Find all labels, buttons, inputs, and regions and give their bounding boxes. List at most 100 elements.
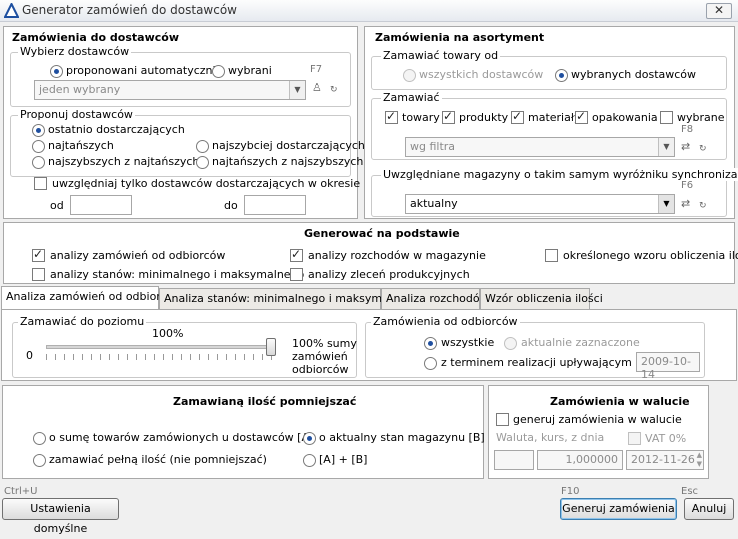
- radio-cheapest-of-fastest[interactable]: [196, 156, 209, 169]
- generate-basis-title: Generować na podstawie: [304, 227, 460, 240]
- formula-checkbox[interactable]: [545, 249, 558, 262]
- assortment-panel-title: Zamówienia na asortyment: [375, 31, 545, 44]
- cancel-button[interactable]: Anuluj: [684, 498, 734, 520]
- currency-date-input[interactable]: 2012-11-26 ▲ ▼: [626, 450, 704, 470]
- rate-input[interactable]: 1,000000: [537, 450, 623, 470]
- radio-selected-suppliers[interactable]: [212, 65, 225, 78]
- f6-hint: F6: [681, 180, 694, 191]
- defaults-button[interactable]: Ustawienia domyślne: [2, 498, 119, 535]
- only-in-period-label: uwzględniaj tylko dostawców dostarczając…: [52, 177, 361, 190]
- all-suppliers-label: wszystkich dostawców: [419, 68, 544, 81]
- stock-levels-label: analizy stanów: minimalnego i maksymalne…: [50, 268, 305, 281]
- refresh-icon: ↻: [330, 85, 338, 95]
- warehouse-select[interactable]: aktualny ▼: [405, 194, 675, 214]
- opt-last-label: ostatnio dostarczających: [48, 123, 185, 136]
- sum-label-3: odbiorców: [292, 363, 349, 376]
- formula-label: określonego wzoru obliczenia ilości: [563, 249, 738, 262]
- ctrl-u-hint: Ctrl+U: [4, 486, 38, 497]
- currency-rate-label: Waluta, kurs, z dnia: [496, 431, 605, 444]
- filter-value: wg filtra: [410, 140, 456, 153]
- close-button[interactable]: ✕: [706, 3, 732, 19]
- tab-stock-levels[interactable]: Analiza stanów: minimalnego i maksymalne…: [159, 288, 419, 309]
- f7-hint: F7: [310, 64, 323, 75]
- opt-cheapest-label: najtańszych: [48, 139, 114, 152]
- opt-fastest-cheap-label: najszybszych z najtańszych: [48, 155, 200, 168]
- radio-full-quantity[interactable]: [33, 454, 46, 467]
- generate-orders-button[interactable]: Generuj zamówienia: [560, 498, 677, 520]
- filter-field: wg filtra ▼: [405, 137, 675, 157]
- to-date-input[interactable]: [244, 195, 306, 215]
- orders-analysis-checkbox[interactable]: [32, 247, 45, 262]
- from-label: od: [50, 199, 64, 212]
- slider-track[interactable]: [46, 345, 276, 349]
- customer-orders-title: Zamówienia od odbiorców: [371, 315, 520, 328]
- esc-hint: Esc: [681, 486, 699, 497]
- app-icon: [4, 3, 19, 18]
- radio-reduce-ab[interactable]: [303, 454, 316, 467]
- outflows-checkbox[interactable]: [290, 247, 303, 262]
- assortment-panel: Zamówienia na asortyment Zamawiać towary…: [364, 26, 738, 219]
- refresh-icon: ↻: [699, 201, 707, 211]
- packaging-label: opakowania: [592, 111, 658, 124]
- radio-all-orders[interactable]: [424, 337, 437, 350]
- radio-reduce-b[interactable]: [303, 432, 316, 445]
- only-in-period-checkbox[interactable]: [34, 177, 47, 190]
- goods-label: towary: [402, 111, 440, 124]
- choose-suppliers-title: Wybierz dostawców: [18, 45, 132, 58]
- deadline-label: z terminem realizacji upływającym dnia: [441, 356, 660, 369]
- radio-auto-label: proponowani automatycznie: [66, 64, 223, 77]
- radio-cheapest[interactable]: [32, 140, 45, 153]
- order-from-title: Zamawiać towary od: [381, 49, 501, 62]
- currency-date-value: 2012-11-26: [631, 453, 695, 466]
- tab-customer-orders[interactable]: Analiza zamówień od odbiorców: [1, 286, 182, 310]
- currency-title: Zamówienia w walucie: [550, 395, 690, 408]
- radio-reduce-a[interactable]: [33, 432, 46, 445]
- from-date-input[interactable]: [70, 195, 132, 215]
- tab-content: Zamawiać do poziomu 100% 0 100% sumy zam…: [1, 309, 737, 381]
- filter-icon: ⇄: [681, 140, 691, 153]
- tab-outflows[interactable]: Analiza rozchodów: [381, 288, 489, 309]
- radio-auto-suppliers[interactable]: [50, 65, 63, 78]
- suppliers-panel: Zamówienia do dostawców Wybierz dostawcó…: [3, 26, 365, 219]
- radio-all-suppliers[interactable]: [403, 69, 416, 82]
- currency-input[interactable]: [494, 450, 534, 470]
- order-group-title: Zamawiać: [381, 91, 442, 104]
- reduce-b-label: o aktualny stan magazynu [B]: [319, 431, 485, 444]
- radio-fastest[interactable]: [196, 140, 209, 153]
- radio-currently-selected[interactable]: [504, 337, 517, 350]
- materials-checkbox[interactable]: [511, 109, 524, 124]
- tab-formula[interactable]: Wzór obliczenia ilości: [480, 288, 603, 309]
- person-icon: ♙: [312, 81, 322, 94]
- stock-levels-checkbox[interactable]: [32, 268, 45, 281]
- vat-checkbox[interactable]: [628, 432, 641, 445]
- opt-fastest-label: najszybciej dostarczających: [212, 139, 365, 152]
- chevron-down-icon[interactable]: ▼: [658, 195, 674, 213]
- outflows-label: analizy rozchodów w magazynie: [308, 249, 486, 262]
- goods-checkbox[interactable]: [385, 109, 398, 124]
- generate-in-currency-checkbox[interactable]: [496, 413, 509, 426]
- currency-panel: Zamówienia w walucie generuj zamówienia …: [488, 385, 709, 479]
- full-quantity-label: zamawiać pełną ilość (nie pomniejszać): [49, 453, 267, 466]
- slider-thumb[interactable]: [266, 338, 276, 356]
- radio-selected-suppliers-asort[interactable]: [555, 69, 568, 82]
- selected-suppliers-value: jeden wybrany: [39, 83, 121, 96]
- packaging-checkbox[interactable]: [575, 109, 588, 124]
- currently-selected-label: aktualnie zaznaczone: [521, 336, 640, 349]
- radio-deadline[interactable]: [424, 357, 437, 370]
- sync-icon: ⇄: [681, 197, 691, 210]
- suppliers-panel-title: Zamówienia do dostawców: [12, 31, 179, 44]
- selected-suppliers-field: jeden wybrany ▼: [34, 80, 306, 100]
- radio-fastest-of-cheapest[interactable]: [32, 156, 45, 169]
- chevron-down-icon: ▼: [658, 138, 674, 156]
- selected-checkbox[interactable]: [660, 111, 673, 124]
- reduce-a-label: o sumę towarów zamówionych u dostawców […: [49, 431, 314, 444]
- deadline-date-input[interactable]: 2009-10-14: [636, 352, 700, 381]
- production-checkbox[interactable]: [290, 268, 303, 281]
- radio-last-delivering[interactable]: [32, 124, 45, 137]
- products-checkbox[interactable]: [442, 109, 455, 124]
- all-orders-label: wszystkie: [441, 336, 495, 349]
- radio-selected-label: wybrani: [228, 64, 272, 77]
- materials-label: materiały: [528, 111, 581, 124]
- spinner-icon: ▲ ▼: [696, 451, 702, 468]
- chevron-down-icon: ▼: [289, 81, 305, 99]
